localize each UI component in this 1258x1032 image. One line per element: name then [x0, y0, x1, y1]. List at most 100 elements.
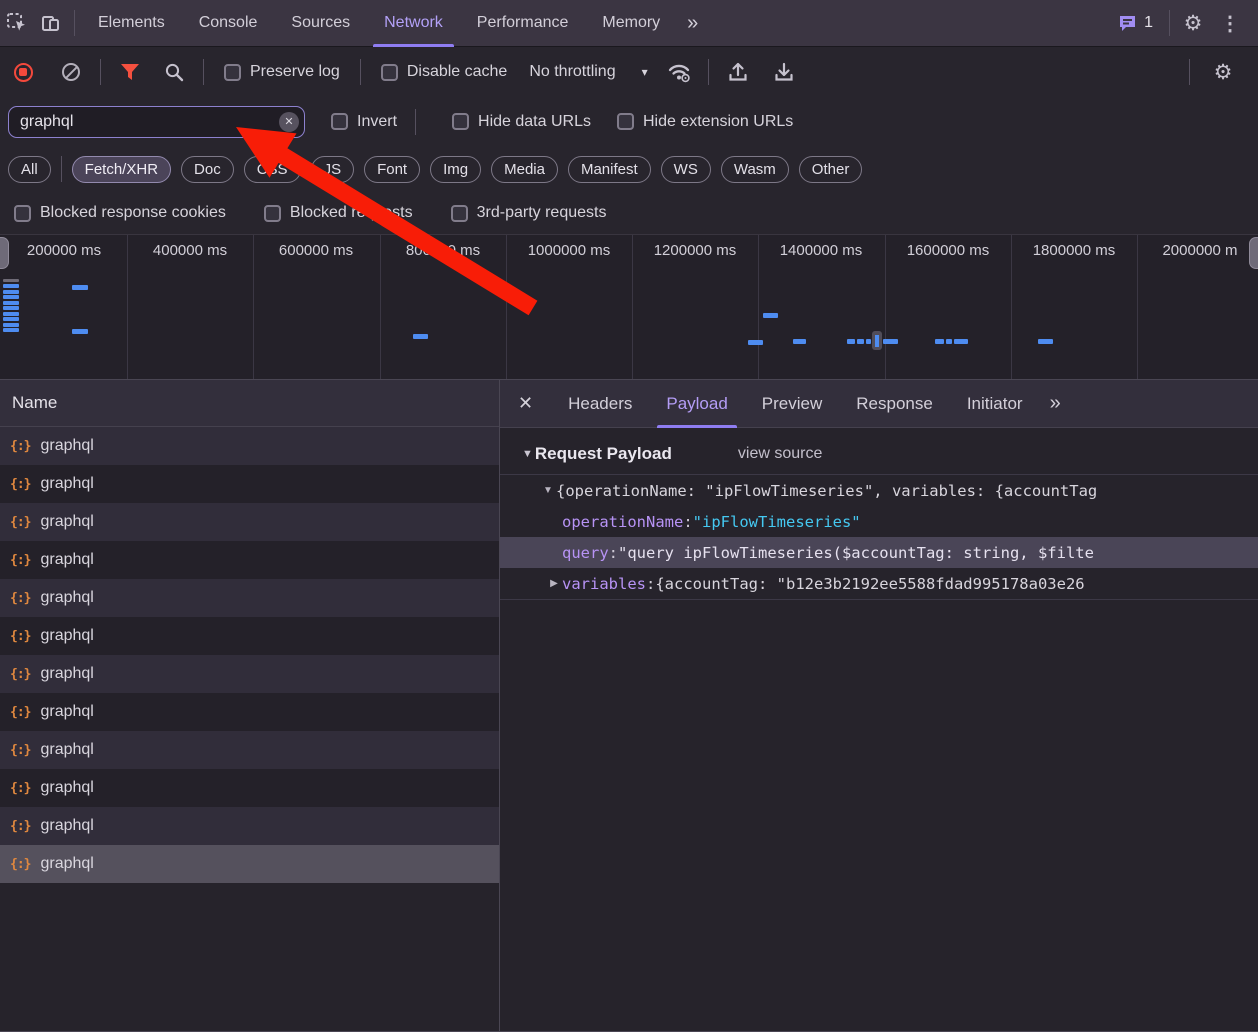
chip-doc[interactable]: Doc [181, 156, 234, 183]
chip-all[interactable]: All [8, 156, 51, 183]
kebab-menu-icon[interactable]: ⋮ [1210, 11, 1250, 36]
blocked-requests-checkbox[interactable]: Blocked requests [256, 204, 421, 222]
payload-row-operation-name[interactable]: operationName: "ipFlowTimeseries" [500, 506, 1258, 537]
chip-js[interactable]: JS [311, 156, 355, 183]
checkbox-box[interactable] [224, 64, 241, 81]
tab-response[interactable]: Response [839, 380, 950, 428]
tab-sources[interactable]: Sources [274, 0, 367, 47]
devtools-window: Elements Console Sources Network Perform… [0, 0, 1258, 1032]
tab-initiator[interactable]: Initiator [950, 380, 1040, 428]
chip-wasm[interactable]: Wasm [721, 156, 789, 183]
chip-other[interactable]: Other [799, 156, 863, 183]
collapse-triangle-icon[interactable]: ▼ [522, 448, 533, 460]
request-row[interactable]: {:}graphql [0, 731, 499, 769]
request-row[interactable]: {:}graphql [0, 579, 499, 617]
json-braces-icon: {:} [10, 629, 30, 644]
timeline-tick-label: 200000 ms [1, 242, 127, 259]
tab-preview[interactable]: Preview [745, 380, 839, 428]
network-conditions-icon[interactable] [662, 55, 696, 89]
clear-network-log-button[interactable] [54, 55, 88, 89]
throttling-dropdown[interactable]: No throttling ▾ [515, 63, 661, 81]
request-row[interactable]: {:}graphql [0, 769, 499, 807]
expand-triangle-icon[interactable]: ▶ [546, 578, 562, 589]
close-icon[interactable]: ✕ [500, 393, 551, 414]
tab-payload[interactable]: Payload [649, 380, 744, 428]
request-payload-section-header[interactable]: ▼ Request Payload view source [500, 428, 1258, 474]
waterfall-bar [72, 285, 88, 290]
checkbox-box[interactable] [264, 205, 281, 222]
settings-gear-icon[interactable]: ⚙ [1176, 6, 1210, 40]
request-row[interactable]: {:}graphql [0, 503, 499, 541]
blocked-response-cookies-checkbox[interactable]: Blocked response cookies [6, 204, 234, 222]
chip-css[interactable]: CSS [244, 156, 301, 183]
tab-elements[interactable]: Elements [81, 0, 182, 47]
chip-media[interactable]: Media [491, 156, 558, 183]
checkbox-box[interactable] [381, 64, 398, 81]
tab-network[interactable]: Network [367, 0, 460, 47]
network-settings-gear-icon[interactable]: ⚙ [1206, 55, 1240, 89]
request-row[interactable]: {:}graphql [0, 541, 499, 579]
preserve-log-checkbox[interactable]: Preserve log [216, 63, 348, 81]
timeline-tick-label: 2000000 m [1137, 242, 1258, 259]
request-row[interactable]: {:}graphql [0, 617, 499, 655]
waterfall-bar [946, 339, 952, 344]
payload-row-query-selected[interactable]: query: "query ipFlowTimeseries($accountT… [500, 537, 1258, 568]
payload-value: {accountTag: "b12e3b2192ee5588fdad995178… [655, 575, 1084, 593]
payload-row-variables[interactable]: ▶ variables: {accountTag: "b12e3b2192ee5… [500, 568, 1258, 599]
hide-extension-urls-checkbox[interactable]: Hide extension URLs [609, 113, 801, 131]
tab-headers[interactable]: Headers [551, 380, 649, 428]
third-party-requests-checkbox[interactable]: 3rd-party requests [443, 204, 615, 222]
json-braces-icon: {:} [10, 857, 30, 872]
chip-fetch-xhr[interactable]: Fetch/XHR [72, 156, 171, 183]
record-network-log-button[interactable] [6, 55, 40, 89]
view-source-link[interactable]: view source [738, 445, 822, 463]
request-row-selected[interactable]: {:} graphql [0, 845, 499, 883]
collapse-triangle-icon[interactable]: ▼ [540, 485, 556, 496]
chip-manifest[interactable]: Manifest [568, 156, 651, 183]
hide-data-urls-checkbox[interactable]: Hide data URLs [444, 113, 599, 131]
timeline-tick-label: 1000000 ms [506, 242, 632, 259]
export-har-icon[interactable] [767, 55, 801, 89]
tab-memory[interactable]: Memory [585, 0, 677, 47]
blocked-requests-label: Blocked requests [290, 204, 413, 222]
tab-console[interactable]: Console [182, 0, 275, 47]
overview-left-grip[interactable] [0, 237, 9, 269]
issues-button[interactable]: 1 [1108, 14, 1163, 32]
timeline-tick-label: 1800000 ms [1011, 242, 1137, 259]
filter-funnel-icon[interactable] [113, 55, 147, 89]
chip-ws[interactable]: WS [661, 156, 711, 183]
disable-cache-checkbox[interactable]: Disable cache [373, 63, 516, 81]
checkbox-box[interactable] [451, 205, 468, 222]
invert-checkbox[interactable]: Invert [323, 113, 405, 131]
payload-key: variables [562, 575, 646, 593]
search-icon[interactable] [157, 55, 191, 89]
filter-input[interactable] [8, 106, 305, 138]
network-overview-timeline[interactable]: 200000 ms 400000 ms 600000 ms 800000 ms … [0, 234, 1258, 380]
checkbox-box[interactable] [617, 113, 634, 130]
overview-right-grip[interactable] [1249, 237, 1258, 269]
import-har-icon[interactable] [721, 55, 755, 89]
inspect-element-icon[interactable] [0, 6, 34, 40]
request-row[interactable]: {:}graphql [0, 465, 499, 503]
json-braces-icon: {:} [10, 515, 30, 530]
payload-root-preview: {operationName: "ipFlowTimeseries", vari… [556, 482, 1097, 500]
device-toolbar-icon[interactable] [34, 6, 68, 40]
more-tabs-icon[interactable]: » [677, 12, 706, 35]
request-name: graphql [40, 589, 93, 607]
request-name: graphql [40, 855, 93, 873]
clear-filter-icon[interactable]: ✕ [279, 112, 299, 132]
more-tabs-icon[interactable]: » [1040, 392, 1069, 415]
checkbox-box[interactable] [331, 113, 348, 130]
request-row[interactable]: {:}graphql [0, 807, 499, 845]
name-column-header[interactable]: Name [0, 380, 499, 427]
chip-font[interactable]: Font [364, 156, 420, 183]
chip-img[interactable]: Img [430, 156, 481, 183]
checkbox-box[interactable] [14, 205, 31, 222]
checkbox-box[interactable] [452, 113, 469, 130]
request-row[interactable]: {:}graphql [0, 655, 499, 693]
request-row[interactable]: {:}graphql [0, 693, 499, 731]
payload-root-row[interactable]: ▼ {operationName: "ipFlowTimeseries", va… [500, 475, 1258, 506]
request-name: graphql [40, 475, 93, 493]
request-row[interactable]: {:}graphql [0, 427, 499, 465]
tab-performance[interactable]: Performance [460, 0, 586, 47]
